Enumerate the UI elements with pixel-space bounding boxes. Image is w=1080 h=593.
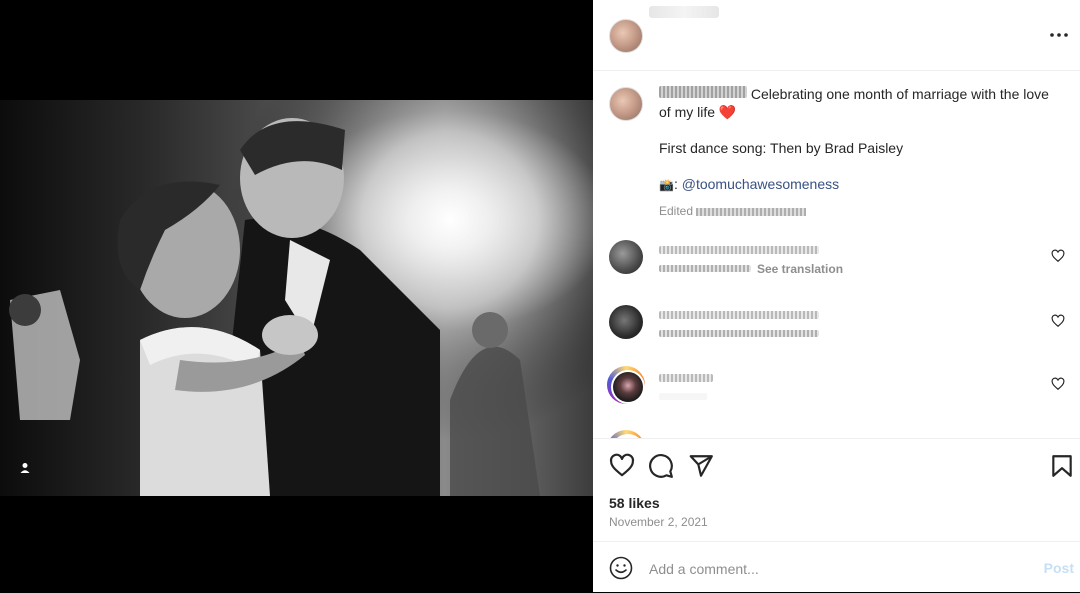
comment-icon[interactable] xyxy=(648,453,674,479)
author-avatar[interactable] xyxy=(609,19,643,53)
commenter-story-avatar[interactable] xyxy=(607,366,645,404)
edited-time-redacted xyxy=(696,207,807,216)
comment-like-heart-icon[interactable] xyxy=(1051,249,1065,263)
add-comment-bar: Post xyxy=(593,541,1080,593)
see-translation-link[interactable]: See translation xyxy=(757,262,843,276)
mention-link[interactable]: @toomuchawesomeness xyxy=(682,176,839,192)
photo-illustration xyxy=(0,100,593,496)
bookmark-icon[interactable] xyxy=(1049,453,1075,479)
heart-emoji-icon: ❤️ xyxy=(718,104,737,120)
comment-meta-redacted xyxy=(659,393,707,400)
commenter-avatar xyxy=(613,372,643,402)
author-username-redacted[interactable] xyxy=(649,6,719,18)
camera-emoji-icon: 📸 xyxy=(659,178,674,192)
post-actions: 58 likes November 2, 2021 xyxy=(593,438,1080,542)
comment-like-heart-icon[interactable] xyxy=(1051,314,1065,328)
caption-body: user Celebrating one month of marriage w… xyxy=(659,85,1064,220)
caption-username-redacted[interactable]: user xyxy=(659,86,747,98)
comment-like-heart-icon[interactable] xyxy=(1051,377,1065,391)
caption-song-line: First dance song: Then by Brad Paisley xyxy=(659,140,904,156)
post-photo[interactable] xyxy=(0,100,593,496)
post-side-panel: user Celebrating one month of marriage w… xyxy=(593,0,1080,592)
edited-label: Edited xyxy=(659,204,694,218)
user-tag-icon[interactable] xyxy=(16,459,34,477)
comment-text-redacted xyxy=(659,246,819,254)
post-date[interactable]: November 2, 2021 xyxy=(609,515,708,529)
heart-icon[interactable] xyxy=(609,453,635,479)
emoji-icon[interactable] xyxy=(609,556,633,580)
comment-meta-redacted xyxy=(659,265,751,272)
comment-item xyxy=(609,305,1069,349)
comment-item: See translation xyxy=(609,240,1069,284)
commenter-avatar[interactable] xyxy=(609,240,643,274)
post-comment-button[interactable]: Post xyxy=(1044,560,1074,576)
caption-credit-line: 📸: @toomuchawesomeness xyxy=(659,176,840,192)
caption-author-avatar[interactable] xyxy=(609,87,643,121)
post-header xyxy=(593,0,1080,71)
comment-text-redacted xyxy=(659,311,819,319)
add-comment-input[interactable] xyxy=(647,555,1011,583)
comment-meta-redacted xyxy=(659,330,819,337)
media-pane xyxy=(0,0,593,592)
edited-timestamp: Edited xyxy=(659,202,1064,220)
likes-count[interactable]: 58 likes xyxy=(609,495,660,511)
comments-section[interactable]: user Celebrating one month of marriage w… xyxy=(593,71,1080,438)
comment-item xyxy=(607,366,1069,412)
commenter-avatar[interactable] xyxy=(609,305,643,339)
share-icon[interactable] xyxy=(688,453,714,479)
more-options-icon[interactable] xyxy=(1048,24,1070,46)
comment-text-redacted xyxy=(659,374,713,382)
